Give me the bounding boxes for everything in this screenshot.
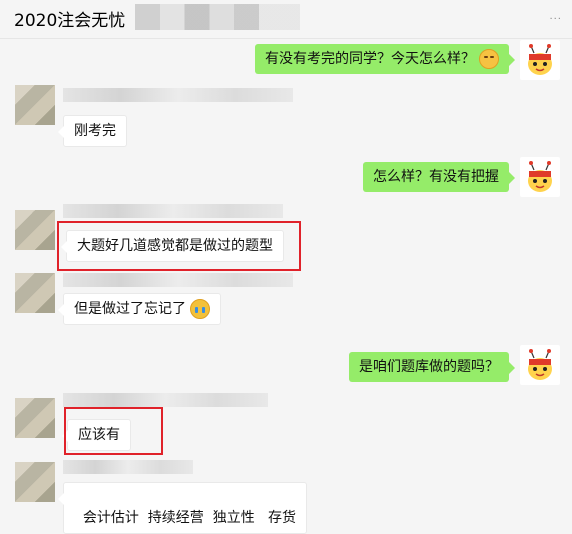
- blurred-sender-name: [63, 273, 293, 287]
- chat-header: 2020注会无忧 ···: [0, 0, 572, 39]
- message-bubble-received[interactable]: 会计估计 持续经营 独立性 存货: [57, 482, 308, 534]
- blurred-title-suffix: [135, 4, 300, 30]
- blurred-sender-name: [63, 88, 293, 102]
- chat-title: 2020注会无忧: [14, 11, 126, 31]
- message-bubble-sent[interactable]: 有没有考完的同学？今天怎么样？: [255, 44, 515, 74]
- contact-avatar[interactable]: [15, 85, 55, 125]
- message-bubble-received[interactable]: 但是做过了忘记了: [58, 293, 221, 325]
- contact-avatar[interactable]: [15, 462, 55, 502]
- blurred-sender-name: [63, 460, 193, 474]
- highlight-box: [64, 407, 163, 455]
- contact-avatar[interactable]: [15, 210, 55, 250]
- blurred-sender-name: [63, 393, 268, 407]
- message-bubble-sent[interactable]: 是咱们题库做的题吗？: [349, 352, 515, 382]
- message-bubble-sent[interactable]: 怎么样？有没有把握: [363, 162, 515, 192]
- self-avatar[interactable]: [520, 345, 560, 385]
- message-text: 刚考完: [74, 123, 116, 139]
- blurred-sender-name: [63, 204, 283, 218]
- message-text: 是咱们题库做的题吗？: [359, 359, 499, 375]
- self-avatar[interactable]: [520, 40, 560, 80]
- more-options-icon[interactable]: ···: [549, 14, 562, 25]
- message-text: 怎么样？有没有把握: [373, 169, 499, 185]
- contact-avatar[interactable]: [15, 273, 55, 313]
- self-avatar[interactable]: [520, 157, 560, 197]
- bee-avatar-icon: [528, 161, 552, 192]
- message-text: 有没有考完的同学？今天怎么样？: [265, 51, 475, 67]
- smile-emoji-icon: [479, 49, 499, 69]
- highlight-box: [57, 221, 301, 271]
- message-text: 会计估计 持续经营 独立性 存货: [82, 510, 297, 526]
- crying-emoji-icon: [190, 299, 210, 319]
- bee-avatar-icon: [528, 349, 552, 380]
- message-text: 但是做过了忘记了: [74, 301, 186, 317]
- bee-avatar-icon: [528, 44, 552, 75]
- message-bubble-received[interactable]: 刚考完: [58, 115, 127, 147]
- contact-avatar[interactable]: [15, 398, 55, 438]
